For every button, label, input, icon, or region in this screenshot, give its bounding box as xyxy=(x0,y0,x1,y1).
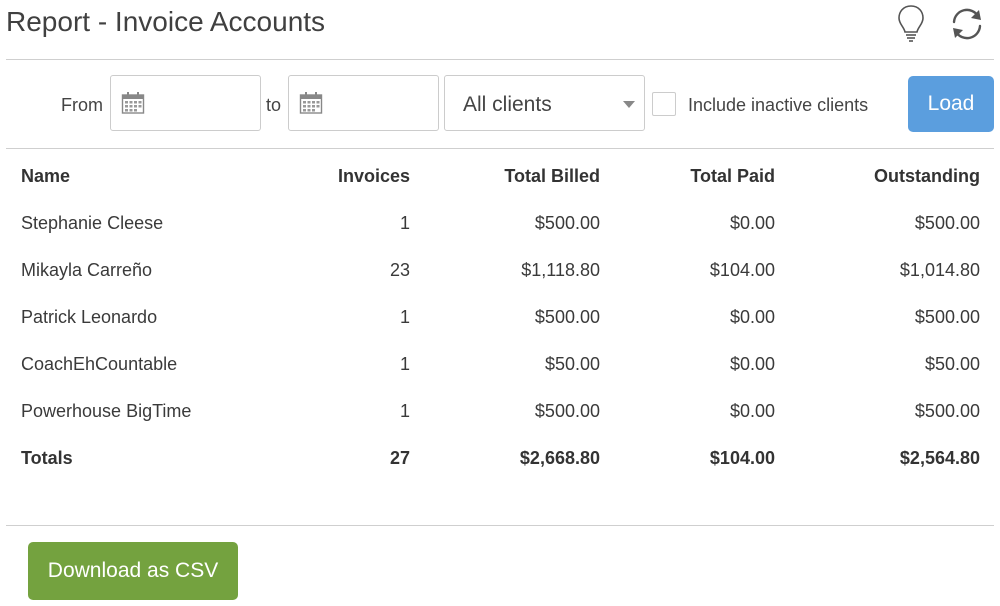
totals-total-billed: $2,668.80 xyxy=(519,448,600,468)
row-name: Powerhouse BigTime xyxy=(21,401,192,421)
row-outstanding: $500.00 xyxy=(914,401,980,421)
row-outstanding: $1,014.80 xyxy=(899,260,980,280)
calendar-icon[interactable] xyxy=(121,91,145,115)
calendar-icon[interactable] xyxy=(299,91,323,115)
table-row: Stephanie Cleese 1 $500.00 $0.00 $500.00 xyxy=(0,207,1000,254)
header-total-paid[interactable]: Total Paid xyxy=(690,166,775,187)
row-total-paid: $0.00 xyxy=(729,354,775,374)
row-total-paid: $0.00 xyxy=(729,401,775,421)
row-invoices: 1 xyxy=(399,213,410,233)
totals-label: Totals xyxy=(21,448,73,468)
header-divider xyxy=(6,59,994,60)
row-invoices: 1 xyxy=(399,354,410,374)
from-date-field[interactable] xyxy=(110,75,261,131)
lightbulb-icon[interactable] xyxy=(896,4,926,44)
report-table: Name Invoices Total Billed Total Paid Ou… xyxy=(0,160,1000,489)
include-inactive-label[interactable]: Include inactive clients xyxy=(688,95,868,116)
page-title: Report - Invoice Accounts xyxy=(6,6,326,37)
table-row: Patrick Leonardo 1 $500.00 $0.00 $500.00 xyxy=(0,301,1000,348)
row-invoices: 23 xyxy=(389,260,410,280)
row-total-paid: $104.00 xyxy=(709,260,775,280)
chevron-down-icon xyxy=(623,101,635,108)
row-total-billed: $50.00 xyxy=(544,354,600,374)
row-name: CoachEhCountable xyxy=(21,354,178,374)
row-name: Stephanie Cleese xyxy=(21,213,164,233)
row-total-billed: $500.00 xyxy=(534,307,600,327)
download-csv-button[interactable]: Download as CSV xyxy=(28,542,238,600)
row-invoices: 1 xyxy=(399,307,410,327)
totals-outstanding: $2,564.80 xyxy=(899,448,980,468)
load-button[interactable]: Load xyxy=(908,76,994,132)
row-outstanding: $500.00 xyxy=(914,307,980,327)
client-select-value: All clients xyxy=(463,93,552,116)
client-select[interactable]: All clients xyxy=(444,75,645,131)
from-label: From xyxy=(61,95,103,115)
header-invoices[interactable]: Invoices xyxy=(338,166,410,187)
totals-row: Totals 27 $2,668.80 $104.00 $2,564.80 xyxy=(0,442,1000,489)
filters-divider xyxy=(6,148,994,149)
totals-total-paid: $104.00 xyxy=(709,448,775,468)
to-date-input[interactable] xyxy=(331,86,435,122)
header-name[interactable]: Name xyxy=(21,166,70,187)
row-total-paid: $0.00 xyxy=(729,213,775,233)
table-row: Powerhouse BigTime 1 $500.00 $0.00 $500.… xyxy=(0,395,1000,442)
from-date-input[interactable] xyxy=(153,86,257,122)
to-date-field[interactable] xyxy=(288,75,439,131)
table-row: CoachEhCountable 1 $50.00 $0.00 $50.00 xyxy=(0,348,1000,395)
row-total-paid: $0.00 xyxy=(729,307,775,327)
row-name: Patrick Leonardo xyxy=(21,307,158,327)
refresh-icon[interactable] xyxy=(948,6,986,42)
row-invoices: 1 xyxy=(399,401,410,421)
row-total-billed: $500.00 xyxy=(534,401,600,421)
to-label: to xyxy=(266,95,282,115)
row-outstanding: $500.00 xyxy=(914,213,980,233)
header-outstanding[interactable]: Outstanding xyxy=(874,166,980,187)
table-header-row: Name Invoices Total Billed Total Paid Ou… xyxy=(0,160,1000,207)
include-inactive-checkbox[interactable] xyxy=(652,92,676,116)
row-outstanding: $50.00 xyxy=(924,354,980,374)
table-row: Mikayla Carreño 23 $1,118.80 $104.00 $1,… xyxy=(0,254,1000,301)
row-name: Mikayla Carreño xyxy=(21,260,153,280)
footer-divider xyxy=(6,525,994,526)
row-total-billed: $1,118.80 xyxy=(521,260,600,280)
totals-invoices: 27 xyxy=(389,448,410,468)
header-total-billed[interactable]: Total Billed xyxy=(504,166,600,187)
row-total-billed: $500.00 xyxy=(534,213,600,233)
